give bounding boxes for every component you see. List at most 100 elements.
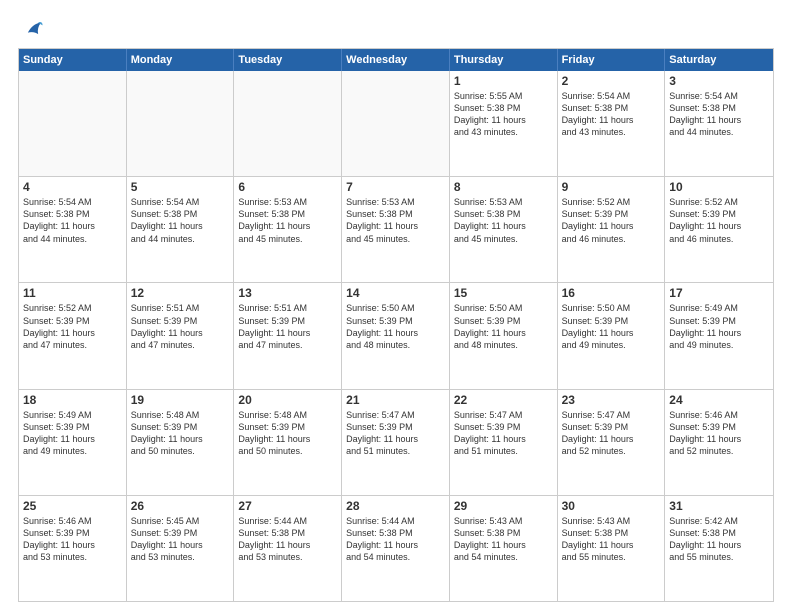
- day-info: Sunrise: 5:51 AMSunset: 5:39 PMDaylight:…: [238, 302, 337, 351]
- day-cell-7: 7Sunrise: 5:53 AMSunset: 5:38 PMDaylight…: [342, 177, 450, 282]
- day-info: Sunrise: 5:52 AMSunset: 5:39 PMDaylight:…: [562, 196, 661, 245]
- day-cell-26: 26Sunrise: 5:45 AMSunset: 5:39 PMDayligh…: [127, 496, 235, 601]
- calendar-row-5: 25 Sunrise: 5:46 AMSunset: 5:39 PMDayligh…: [19, 496, 773, 601]
- day-number: 7: [346, 180, 445, 194]
- page: SundayMondayTuesdayWednesdayThursdayFrid…: [0, 0, 792, 612]
- day-number: 5: [131, 180, 230, 194]
- day-cell-2: 2 Sunrise: 5:54 AMSunset: 5:38 PMDaylight…: [558, 71, 666, 176]
- day-info: Sunrise: 5:52 AMSunset: 5:39 PMDaylight:…: [23, 302, 122, 351]
- day-info: Sunrise: 5:43 AMSunset: 5:38 PMDaylight:…: [562, 515, 661, 564]
- calendar-row-2: 4 Sunrise: 5:54 AMSunset: 5:38 PMDaylight…: [19, 177, 773, 283]
- day-number: 4: [23, 180, 122, 194]
- day-cell-3: 3 Sunrise: 5:54 AMSunset: 5:38 PMDaylight…: [665, 71, 773, 176]
- calendar-row-3: 11 Sunrise: 5:52 AMSunset: 5:39 PMDayligh…: [19, 283, 773, 389]
- calendar-body: 1Sunrise: 5:55 AMSunset: 5:38 PMDaylight…: [19, 71, 773, 601]
- day-cell-6: 6Sunrise: 5:53 AMSunset: 5:38 PMDaylight…: [234, 177, 342, 282]
- empty-cell: [127, 71, 235, 176]
- day-info: Sunrise: 5:49 AMSunset: 5:39 PMDaylight:…: [669, 302, 769, 351]
- day-info: Sunrise: 5:49 AMSunset: 5:39 PMDaylight:…: [23, 409, 122, 458]
- day-cell-29: 29 Sunrise: 5:43 AMSunset: 5:38 PMDayligh…: [450, 496, 558, 601]
- day-info: Sunrise: 5:47 AMSunset: 5:39 PMDaylight:…: [454, 409, 553, 458]
- day-cell-15: 15 Sunrise: 5:50 AMSunset: 5:39 PMDayligh…: [450, 283, 558, 388]
- day-number: 23: [562, 393, 661, 407]
- day-number: 10: [669, 180, 769, 194]
- day-info: Sunrise: 5:52 AMSunset: 5:39 PMDaylight:…: [669, 196, 769, 245]
- day-info: Sunrise: 5:44 AMSunset: 5:38 PMDaylight:…: [238, 515, 337, 564]
- day-cell-8: 8Sunrise: 5:53 AMSunset: 5:38 PMDaylight…: [450, 177, 558, 282]
- day-info: Sunrise: 5:54 AMSunset: 5:38 PMDaylight:…: [669, 90, 769, 139]
- calendar: SundayMondayTuesdayWednesdayThursdayFrid…: [18, 48, 774, 602]
- day-info: Sunrise: 5:46 AMSunset: 5:39 PMDaylight:…: [669, 409, 769, 458]
- logo-bird-icon: [22, 18, 44, 40]
- day-number: 18: [23, 393, 122, 407]
- calendar-row-4: 18 Sunrise: 5:49 AMSunset: 5:39 PMDayligh…: [19, 390, 773, 496]
- day-number: 16: [562, 286, 661, 300]
- header-day-friday: Friday: [558, 49, 666, 71]
- day-number: 11: [23, 286, 122, 300]
- day-number: 13: [238, 286, 337, 300]
- day-info: Sunrise: 5:51 AMSunset: 5:39 PMDaylight:…: [131, 302, 230, 351]
- day-info: Sunrise: 5:50 AMSunset: 5:39 PMDaylight:…: [454, 302, 553, 351]
- header: [18, 18, 774, 40]
- header-day-saturday: Saturday: [665, 49, 773, 71]
- day-info: Sunrise: 5:48 AMSunset: 5:39 PMDaylight:…: [238, 409, 337, 458]
- day-info: Sunrise: 5:46 AMSunset: 5:39 PMDaylight:…: [23, 515, 122, 564]
- day-cell-5: 5 Sunrise: 5:54 AMSunset: 5:38 PMDaylight…: [127, 177, 235, 282]
- day-info: Sunrise: 5:54 AMSunset: 5:38 PMDaylight:…: [131, 196, 230, 245]
- calendar-header: SundayMondayTuesdayWednesdayThursdayFrid…: [19, 49, 773, 71]
- header-day-tuesday: Tuesday: [234, 49, 342, 71]
- day-info: Sunrise: 5:53 AMSunset: 5:38 PMDaylight:…: [238, 196, 337, 245]
- day-number: 3: [669, 74, 769, 88]
- header-day-wednesday: Wednesday: [342, 49, 450, 71]
- day-info: Sunrise: 5:47 AMSunset: 5:39 PMDaylight:…: [346, 409, 445, 458]
- empty-cell: [19, 71, 127, 176]
- day-number: 12: [131, 286, 230, 300]
- day-cell-14: 14 Sunrise: 5:50 AMSunset: 5:39 PMDayligh…: [342, 283, 450, 388]
- day-cell-22: 22 Sunrise: 5:47 AMSunset: 5:39 PMDayligh…: [450, 390, 558, 495]
- day-info: Sunrise: 5:48 AMSunset: 5:39 PMDaylight:…: [131, 409, 230, 458]
- day-cell-23: 23Sunrise: 5:47 AMSunset: 5:39 PMDayligh…: [558, 390, 666, 495]
- day-info: Sunrise: 5:42 AMSunset: 5:38 PMDaylight:…: [669, 515, 769, 564]
- day-number: 20: [238, 393, 337, 407]
- day-cell-20: 20 Sunrise: 5:48 AMSunset: 5:39 PMDayligh…: [234, 390, 342, 495]
- day-cell-30: 30 Sunrise: 5:43 AMSunset: 5:38 PMDayligh…: [558, 496, 666, 601]
- day-number: 2: [562, 74, 661, 88]
- day-cell-1: 1Sunrise: 5:55 AMSunset: 5:38 PMDaylight…: [450, 71, 558, 176]
- day-info: Sunrise: 5:53 AMSunset: 5:38 PMDaylight:…: [454, 196, 553, 245]
- day-number: 27: [238, 499, 337, 513]
- day-cell-9: 9Sunrise: 5:52 AMSunset: 5:39 PMDaylight…: [558, 177, 666, 282]
- day-number: 15: [454, 286, 553, 300]
- day-number: 21: [346, 393, 445, 407]
- day-cell-13: 13 Sunrise: 5:51 AMSunset: 5:39 PMDayligh…: [234, 283, 342, 388]
- day-info: Sunrise: 5:54 AMSunset: 5:38 PMDaylight:…: [23, 196, 122, 245]
- day-number: 26: [131, 499, 230, 513]
- day-cell-11: 11 Sunrise: 5:52 AMSunset: 5:39 PMDayligh…: [19, 283, 127, 388]
- day-cell-31: 31Sunrise: 5:42 AMSunset: 5:38 PMDayligh…: [665, 496, 773, 601]
- day-number: 22: [454, 393, 553, 407]
- day-info: Sunrise: 5:50 AMSunset: 5:39 PMDaylight:…: [562, 302, 661, 351]
- day-number: 14: [346, 286, 445, 300]
- day-cell-10: 10 Sunrise: 5:52 AMSunset: 5:39 PMDayligh…: [665, 177, 773, 282]
- day-info: Sunrise: 5:50 AMSunset: 5:39 PMDaylight:…: [346, 302, 445, 351]
- day-number: 25: [23, 499, 122, 513]
- day-cell-17: 17 Sunrise: 5:49 AMSunset: 5:39 PMDayligh…: [665, 283, 773, 388]
- day-cell-19: 19Sunrise: 5:48 AMSunset: 5:39 PMDayligh…: [127, 390, 235, 495]
- day-number: 24: [669, 393, 769, 407]
- day-number: 1: [454, 74, 553, 88]
- day-number: 29: [454, 499, 553, 513]
- day-info: Sunrise: 5:43 AMSunset: 5:38 PMDaylight:…: [454, 515, 553, 564]
- day-cell-21: 21 Sunrise: 5:47 AMSunset: 5:39 PMDayligh…: [342, 390, 450, 495]
- header-day-monday: Monday: [127, 49, 235, 71]
- day-cell-25: 25 Sunrise: 5:46 AMSunset: 5:39 PMDayligh…: [19, 496, 127, 601]
- header-day-thursday: Thursday: [450, 49, 558, 71]
- day-number: 17: [669, 286, 769, 300]
- day-number: 30: [562, 499, 661, 513]
- day-number: 28: [346, 499, 445, 513]
- day-info: Sunrise: 5:54 AMSunset: 5:38 PMDaylight:…: [562, 90, 661, 139]
- day-cell-24: 24 Sunrise: 5:46 AMSunset: 5:39 PMDayligh…: [665, 390, 773, 495]
- logo: [18, 18, 46, 40]
- day-cell-27: 27 Sunrise: 5:44 AMSunset: 5:38 PMDayligh…: [234, 496, 342, 601]
- empty-cell: [234, 71, 342, 176]
- day-cell-12: 12 Sunrise: 5:51 AMSunset: 5:39 PMDayligh…: [127, 283, 235, 388]
- day-cell-18: 18 Sunrise: 5:49 AMSunset: 5:39 PMDayligh…: [19, 390, 127, 495]
